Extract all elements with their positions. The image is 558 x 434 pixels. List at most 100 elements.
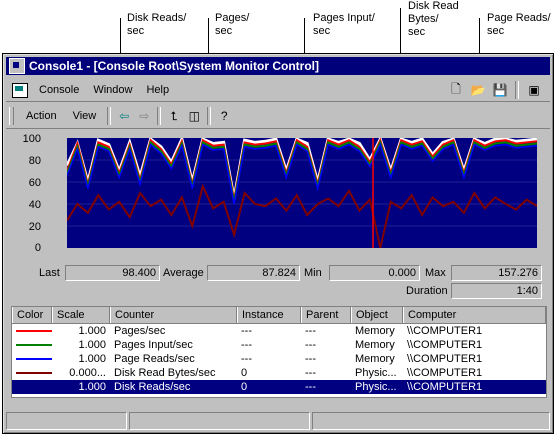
callout-disk-read-bytes: Disk Read Bytes/ sec <box>408 0 459 38</box>
callout-pages-input: Pages Input/ sec <box>313 12 375 37</box>
y-tick-label: 80 <box>28 155 41 167</box>
view-menu[interactable]: View <box>65 110 105 122</box>
title-bar[interactable]: Console1 - [Console Root\System Monitor … <box>6 57 550 75</box>
counter-cell: Pages Input/sec <box>114 339 193 351</box>
callout-area: Disk Reads/ sec Pages/ sec Pages Input/ … <box>0 0 558 203</box>
average-value: 87.824 <box>207 265 300 281</box>
color-swatch <box>12 366 52 380</box>
main-toolbar: 🗋 📂 💾 ▣ <box>446 81 544 99</box>
series-line-pages-input-sec <box>66 139 538 202</box>
column-header-instance[interactable]: Instance <box>237 307 301 323</box>
series-line-page-reads-sec <box>66 142 538 205</box>
computer-cell: \\COMPUTER1 <box>407 353 483 365</box>
parent-cell: --- <box>305 339 316 351</box>
column-header-object[interactable]: Object <box>351 307 403 323</box>
save-icon[interactable]: 💾 <box>490 81 510 99</box>
toolbar-separator <box>107 107 112 125</box>
menu-help[interactable]: Help <box>139 84 176 96</box>
max-value: 157.276 <box>451 265 542 281</box>
forward-arrow-icon[interactable]: ⇨ <box>134 107 154 125</box>
status-pane <box>6 412 128 430</box>
parent-cell: --- <box>305 325 316 337</box>
object-cell: Memory <box>355 353 395 365</box>
y-tick-label: 0 <box>34 242 41 254</box>
new-file-icon[interactable]: 🗋 <box>446 81 466 99</box>
color-swatch <box>12 324 52 338</box>
object-cell: Memory <box>355 325 395 337</box>
counter-legend: Color Scale Counter Instance Parent Obje… <box>11 306 547 398</box>
toolbar-separator <box>207 107 212 125</box>
callout-disk-reads: Disk Reads/ sec <box>127 12 187 37</box>
counter-cell: Disk Reads/sec <box>114 381 191 393</box>
callout-page-reads: Page Reads/ sec <box>487 12 551 37</box>
legend-row-pages[interactable]: 1.000 Pages/sec --- --- Memory \\COMPUTE… <box>12 324 546 338</box>
graph-area: 100 80 60 40 20 0 <box>11 133 545 256</box>
callout-pages: Pages/ sec <box>215 12 250 37</box>
instance-cell: 0 <box>241 381 248 393</box>
object-cell: Physic... <box>355 381 397 393</box>
mmc-app-icon <box>9 58 25 74</box>
y-tick-label: 20 <box>28 221 41 233</box>
new-window-icon[interactable]: ▣ <box>524 81 544 99</box>
column-header-scale[interactable]: Scale <box>52 307 110 323</box>
help-icon[interactable]: ? <box>214 107 234 125</box>
parent-cell: --- <box>305 381 316 393</box>
computer-cell: \\COMPUTER1 <box>407 367 483 379</box>
open-folder-icon[interactable]: 📂 <box>468 81 488 99</box>
system-monitor: 100 80 60 40 20 0 Last 98.400 Average 87… <box>11 132 547 398</box>
menu-console[interactable]: Console <box>32 84 86 96</box>
status-pane <box>129 412 310 430</box>
scale-cell: 1.000 <box>78 325 106 337</box>
computer-cell: \\COMPUTER1 <box>407 381 483 393</box>
max-label: Max <box>425 267 446 279</box>
show-hide-tree-icon[interactable]: ◫ <box>184 107 204 125</box>
window-title: Console1 - [Console Root\System Monitor … <box>29 59 319 73</box>
scale-cell: 0.000... <box>69 367 106 379</box>
chart-plot <box>65 134 538 249</box>
color-swatch <box>12 352 52 366</box>
menu-bar: Console Window Help 🗋 📂 💾 ▣ <box>6 79 550 102</box>
instance-cell: --- <box>241 353 252 365</box>
toolbar-grip[interactable] <box>9 107 14 125</box>
legend-row-disk-read-bytes[interactable]: 0.000... Disk Read Bytes/sec 0 --- Physi… <box>12 366 546 380</box>
counter-cell: Pages/sec <box>114 325 166 337</box>
menu-window[interactable]: Window <box>86 84 139 96</box>
column-header-parent[interactable]: Parent <box>301 307 351 323</box>
y-tick-label: 100 <box>22 133 41 145</box>
computer-cell: \\COMPUTER1 <box>407 339 483 351</box>
parent-cell: --- <box>305 353 316 365</box>
computer-cell: \\COMPUTER1 <box>407 325 483 337</box>
mmc-window: Console1 - [Console Root\System Monitor … <box>2 53 554 434</box>
toolbar-separator <box>515 81 519 99</box>
color-swatch <box>12 338 52 352</box>
column-header-computer[interactable]: Computer <box>403 307 546 323</box>
legend-row-pages-input[interactable]: 1.000 Pages Input/sec --- --- Memory \\C… <box>12 338 546 352</box>
last-value: 98.400 <box>65 265 160 281</box>
last-label: Last <box>39 267 60 279</box>
scale-cell: 1.000 <box>78 339 106 351</box>
column-header-counter[interactable]: Counter <box>110 307 237 323</box>
series-line-disk-read-bytes-sec <box>66 183 538 249</box>
min-value: 0.000 <box>329 265 420 281</box>
status-bar <box>6 412 550 430</box>
y-tick-label: 40 <box>28 199 41 211</box>
status-pane <box>311 412 550 430</box>
action-menu[interactable]: Action <box>18 110 65 122</box>
statistics-bar: Last 98.400 Average 87.824 Min 0.000 Max… <box>11 258 545 299</box>
instance-cell: 0 <box>241 367 248 379</box>
duration-value: 1:40 <box>451 283 542 299</box>
average-label: Average <box>163 267 204 279</box>
object-cell: Memory <box>355 339 395 351</box>
column-header-color[interactable]: Color <box>12 307 52 323</box>
legend-row-disk-reads[interactable]: 1.000 Disk Reads/sec 0 --- Physic... \\C… <box>12 380 546 394</box>
duration-label: Duration <box>406 285 448 297</box>
console-icon <box>12 82 28 98</box>
instance-cell: --- <box>241 325 252 337</box>
toolbar-separator <box>157 107 162 125</box>
up-folder-icon[interactable]: ⮤ <box>164 107 184 125</box>
object-cell: Physic... <box>355 367 397 379</box>
chart-svg <box>65 134 538 249</box>
scale-cell: 1.000 <box>78 381 106 393</box>
legend-row-page-reads[interactable]: 1.000 Page Reads/sec --- --- Memory \\CO… <box>12 352 546 366</box>
back-arrow-icon[interactable]: ⇦ <box>114 107 134 125</box>
